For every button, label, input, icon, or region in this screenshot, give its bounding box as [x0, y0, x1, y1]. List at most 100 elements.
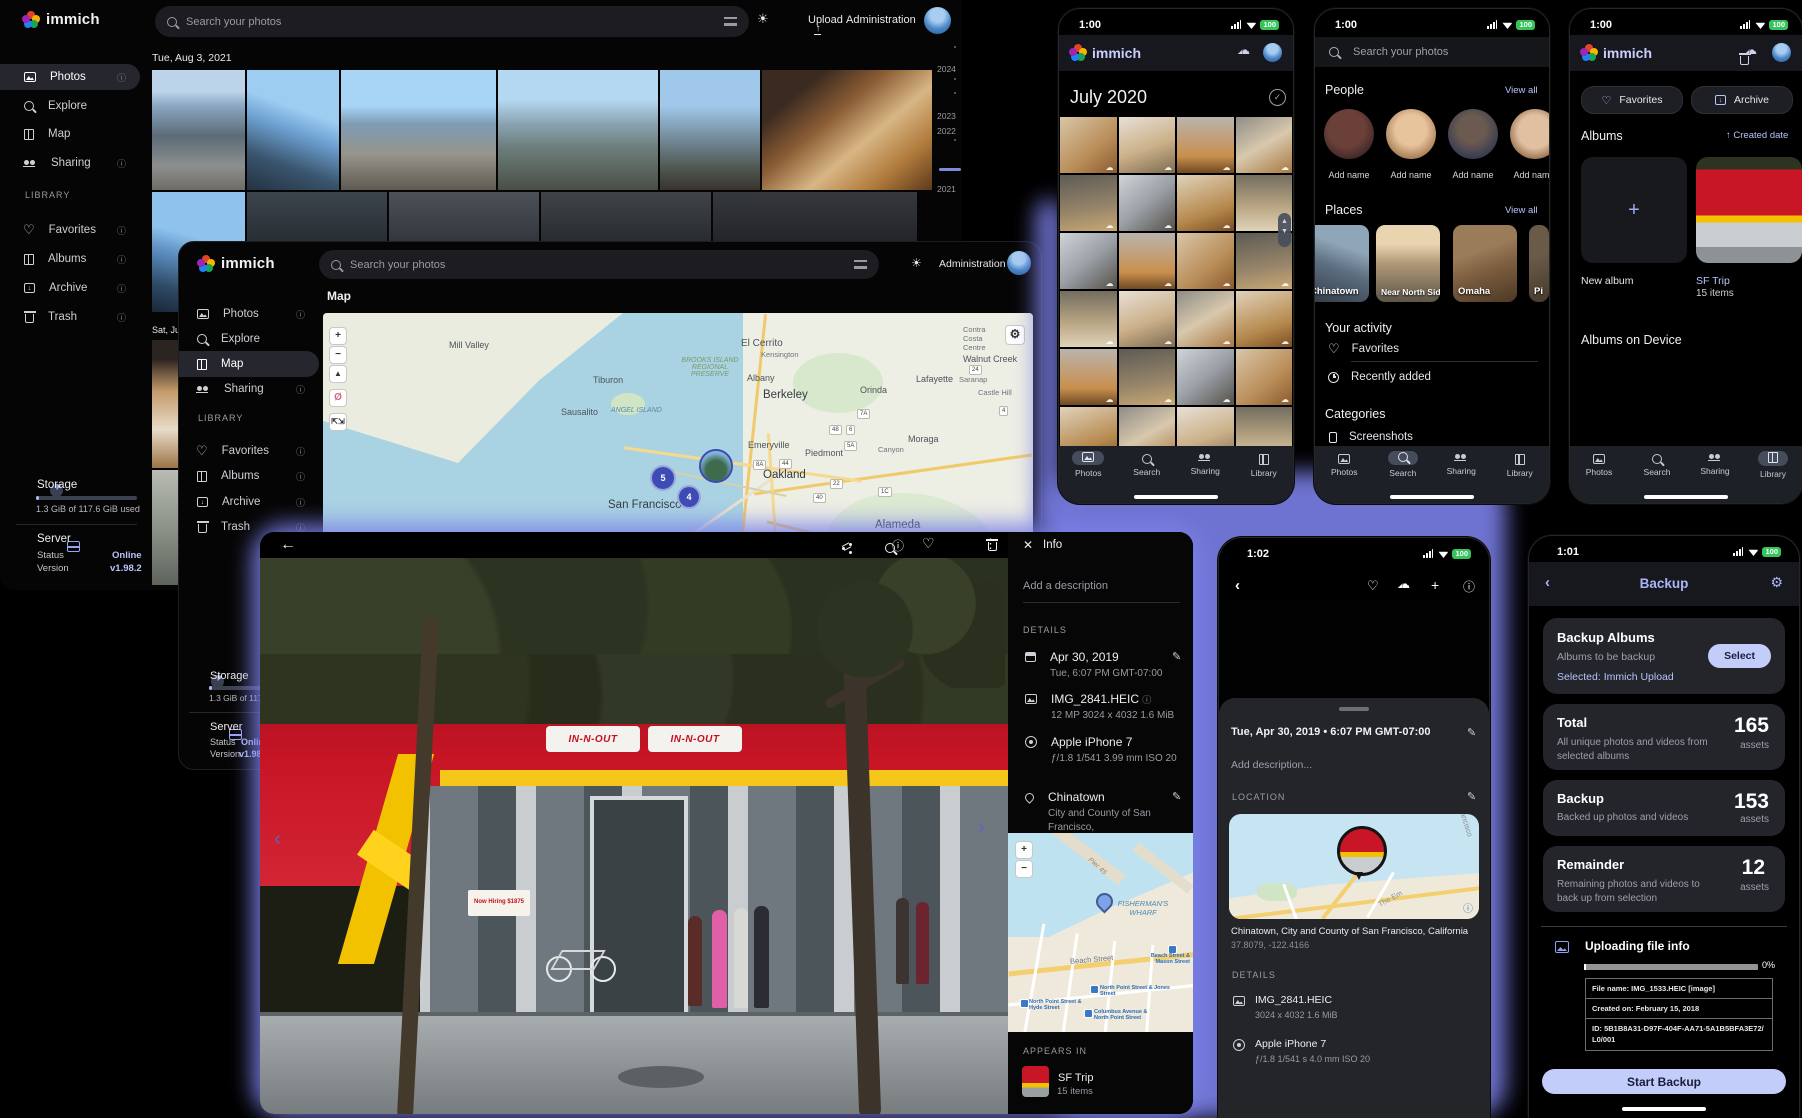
- info-icon[interactable]: ⓘ: [1463, 578, 1475, 595]
- administration-link[interactable]: Administration: [939, 258, 1006, 270]
- location-map[interactable]: - San Francisco The Em ⓘ: [1229, 814, 1479, 919]
- nav-search[interactable]: Search: [1635, 451, 1679, 477]
- scrubber-position-indicator[interactable]: [939, 168, 961, 171]
- map-zoom-out-button[interactable]: −: [329, 346, 347, 364]
- previous-photo-chevron[interactable]: ‹: [274, 828, 281, 851]
- sidebar-item-favorites[interactable]: ♡ Favorites ⓘ: [179, 438, 319, 464]
- theme-toggle-icon[interactable]: ☀: [757, 11, 769, 27]
- search-input[interactable]: Search your photos: [155, 6, 749, 37]
- photo-thumbnail[interactable]: [660, 70, 760, 190]
- detail-location[interactable]: Chinatown: [1048, 790, 1168, 804]
- photo-thumbnail[interactable]: [1236, 117, 1293, 173]
- photo-map-marker[interactable]: [1337, 826, 1387, 876]
- photo-thumbnail[interactable]: [1060, 175, 1117, 231]
- sidebar-item-favorites[interactable]: ♡ Favorites ⓘ: [0, 217, 140, 243]
- map-info-icon[interactable]: ⓘ: [1463, 900, 1473, 915]
- map-cluster-marker[interactable]: 5: [650, 465, 676, 491]
- album-name[interactable]: SF Trip: [1058, 1072, 1093, 1084]
- add-to-album-icon[interactable]: +: [1431, 577, 1439, 593]
- photo-thumbnail[interactable]: [1119, 291, 1176, 347]
- photo-thumbnail[interactable]: [1119, 349, 1176, 405]
- info-icon[interactable]: ⓘ: [892, 537, 904, 554]
- photo-thumbnail[interactable]: [1177, 349, 1234, 405]
- photo-thumbnail[interactable]: [152, 70, 245, 190]
- favorites-chip[interactable]: ♡ Favorites: [1581, 86, 1683, 114]
- more-options-icon[interactable]: ⋮: [984, 536, 997, 552]
- back-chevron[interactable]: ‹: [1235, 577, 1240, 594]
- edit-date-icon[interactable]: ✎: [1467, 726, 1476, 739]
- minimap-zoom-out-button[interactable]: −: [1015, 860, 1033, 878]
- favorites-row[interactable]: ♡ Favorites: [1328, 341, 1399, 357]
- description-field[interactable]: Add a description: [1023, 580, 1108, 592]
- album-card[interactable]: [1696, 157, 1802, 263]
- sidebar-item-photos[interactable]: Photos ⓘ: [179, 301, 319, 327]
- places-view-all[interactable]: View all: [1505, 205, 1538, 216]
- map-photo-marker[interactable]: [699, 449, 733, 483]
- nav-library[interactable]: Library: [1751, 451, 1795, 479]
- album-thumbnail[interactable]: [1022, 1066, 1049, 1097]
- person-face[interactable]: [1386, 109, 1436, 159]
- share-icon[interactable]: [842, 547, 845, 550]
- place-card[interactable]: Near North Side: [1376, 225, 1440, 302]
- nav-photos[interactable]: Photos: [1577, 451, 1621, 477]
- map-locate-button[interactable]: ▲: [329, 365, 347, 383]
- info-circle-icon[interactable]: ⓘ: [296, 496, 305, 509]
- screenshots-row[interactable]: Screenshots: [1329, 431, 1413, 443]
- info-circle-icon[interactable]: ⓘ: [296, 445, 305, 458]
- info-circle-icon[interactable]: ⓘ: [117, 224, 126, 237]
- sidebar-item-archive[interactable]: ↓ Archive ⓘ: [0, 275, 140, 301]
- map-toggle-favorites-button[interactable]: Ø: [329, 389, 347, 407]
- person-name[interactable]: Add name: [1510, 170, 1550, 180]
- search-filter-icon[interactable]: [854, 260, 867, 269]
- edit-location-icon[interactable]: ✎: [1172, 790, 1181, 803]
- user-avatar[interactable]: [1772, 43, 1791, 62]
- cloud-upload-icon[interactable]: ☁↑: [1397, 578, 1410, 590]
- nav-library[interactable]: Library: [1498, 451, 1542, 478]
- info-circle-icon[interactable]: ⓘ: [117, 71, 126, 84]
- map-cluster-marker[interactable]: 4: [677, 485, 701, 509]
- photo-thumbnail[interactable]: [1060, 349, 1117, 405]
- description-field[interactable]: Add description...: [1231, 759, 1312, 771]
- user-avatar[interactable]: [1263, 43, 1282, 62]
- sidebar-item-explore[interactable]: Explore: [0, 93, 140, 119]
- location-minimap[interactable]: Pier 45 FISHERMAN'S WHARF Beach Street B…: [1008, 833, 1193, 1032]
- cloud-sync-icon[interactable]: ☁↑: [1744, 44, 1757, 56]
- info-circle-icon[interactable]: ⓘ: [117, 311, 126, 324]
- upload-button[interactable]: Upload: [808, 14, 843, 26]
- photo-thumbnail[interactable]: [1119, 175, 1176, 231]
- person-face[interactable]: [1324, 109, 1374, 159]
- select-button[interactable]: Select: [1708, 644, 1771, 668]
- map-zoom-in-button[interactable]: +: [329, 327, 347, 345]
- search-filter-icon[interactable]: [724, 17, 737, 26]
- albums-sort[interactable]: ↑ Created date: [1726, 130, 1788, 141]
- place-card[interactable]: Omaha: [1453, 225, 1517, 302]
- photo-thumbnail[interactable]: [1177, 233, 1234, 289]
- nav-search[interactable]: Search: [1381, 451, 1425, 478]
- photo-thumbnail[interactable]: [762, 70, 932, 190]
- people-view-all[interactable]: View all: [1505, 85, 1538, 96]
- info-circle-icon[interactable]: ⓘ: [296, 383, 305, 396]
- photo-thumbnail[interactable]: [1177, 175, 1234, 231]
- photo-thumbnail[interactable]: [1236, 291, 1293, 347]
- user-avatar[interactable]: [924, 7, 951, 34]
- photo-view-area[interactable]: [1219, 600, 1489, 698]
- favorite-heart-icon[interactable]: ♡: [922, 535, 935, 552]
- sidebar-item-map[interactable]: Map: [0, 121, 140, 147]
- info-circle-icon[interactable]: ⓘ: [1142, 695, 1151, 705]
- edit-location-icon[interactable]: ✎: [1467, 790, 1476, 803]
- close-icon[interactable]: ✕: [1023, 538, 1033, 552]
- photo-thumbnail[interactable]: [1060, 117, 1117, 173]
- archive-chip[interactable]: ↓ Archive: [1691, 86, 1793, 114]
- sidebar-item-archive[interactable]: ↓ Archive ⓘ: [179, 489, 319, 515]
- photo-thumbnail[interactable]: [1236, 349, 1293, 405]
- photo-thumbnail[interactable]: [498, 70, 658, 190]
- person-name[interactable]: Add name: [1324, 170, 1374, 180]
- photo-main[interactable]: IN-N-OUT IN-N-OUT Now Hiring $1875: [260, 558, 1008, 1114]
- info-circle-icon[interactable]: ⓘ: [296, 308, 305, 321]
- cloud-sync-icon[interactable]: ☁↑: [1237, 44, 1250, 56]
- new-album-card[interactable]: +: [1581, 157, 1687, 263]
- info-circle-icon[interactable]: ⓘ: [117, 282, 126, 295]
- person-face[interactable]: [1448, 109, 1498, 159]
- nav-library[interactable]: Library: [1242, 451, 1286, 478]
- photo-thumbnail[interactable]: [1060, 233, 1117, 289]
